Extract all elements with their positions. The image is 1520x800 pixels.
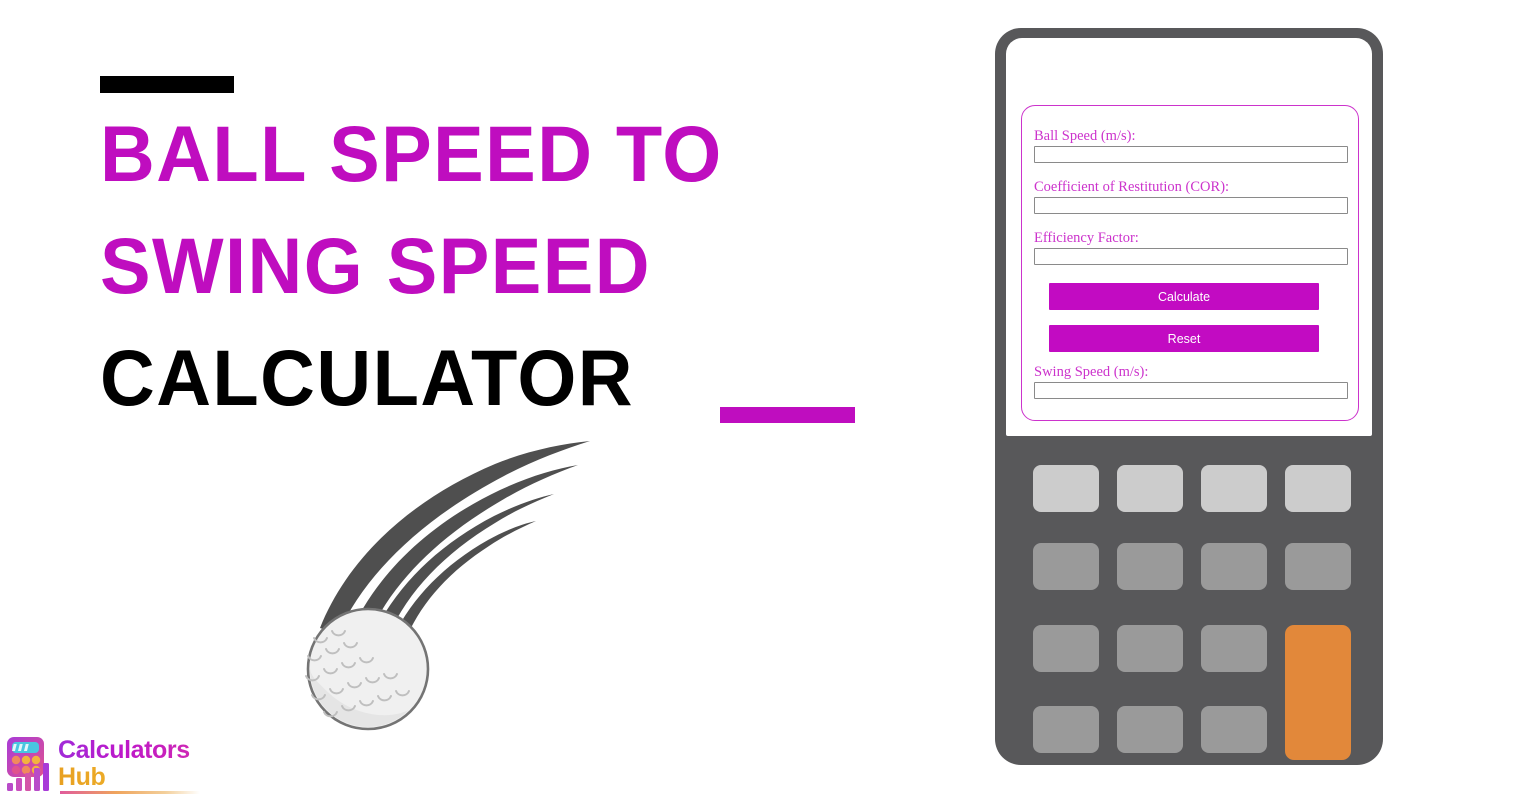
keypad-key[interactable] <box>1117 465 1183 512</box>
keypad-key[interactable] <box>1033 706 1099 753</box>
label-cor: Coefficient of Restitution (COR): <box>1034 179 1230 195</box>
hero-section: BALL SPEED TO SWING SPEED CALCULATOR Cal… <box>0 0 960 800</box>
label-ball-speed: Ball Speed (m/s): <box>1034 128 1136 144</box>
calculator-device: Ball Speed (m/s): Coefficient of Restitu… <box>995 28 1383 765</box>
keypad-key[interactable] <box>1033 625 1099 672</box>
keypad-key[interactable] <box>1117 706 1183 753</box>
calculator-keypad <box>1006 447 1372 760</box>
golf-ball-illustration <box>290 438 620 750</box>
field-group-ball-speed: Ball Speed (m/s): <box>1034 128 1348 163</box>
keypad-key[interactable] <box>1285 465 1351 512</box>
title-line-2: SWING SPEED <box>100 221 652 310</box>
reset-button[interactable]: Reset <box>1049 325 1319 352</box>
field-group-efficiency: Efficiency Factor: <box>1034 230 1348 265</box>
logo-underline <box>60 791 200 794</box>
input-efficiency-factor[interactable] <box>1034 248 1348 265</box>
logo-word-calculators: Calculators <box>58 737 204 764</box>
field-group-swing-speed: Swing Speed (m/s): <box>1034 364 1348 399</box>
keypad-key[interactable] <box>1117 625 1183 672</box>
calculator-bar-chart-icon <box>4 735 56 793</box>
title-line-1: BALL SPEED TO <box>100 109 723 198</box>
input-cor[interactable] <box>1034 197 1348 214</box>
calculator-screen: Ball Speed (m/s): Coefficient of Restitu… <box>1006 38 1372 436</box>
keypad-key[interactable] <box>1033 465 1099 512</box>
logo-word-hub: Hub <box>58 764 204 791</box>
accent-bar-bottom <box>720 407 855 423</box>
calculator-form-panel: Ball Speed (m/s): Coefficient of Restitu… <box>1021 105 1359 421</box>
calculate-button[interactable]: Calculate <box>1049 283 1319 310</box>
page-title: BALL SPEED TO SWING SPEED CALCULATOR <box>100 98 900 434</box>
label-swing-speed: Swing Speed (m/s): <box>1034 364 1149 380</box>
keypad-key[interactable] <box>1201 543 1267 590</box>
label-efficiency-factor: Efficiency Factor: <box>1034 230 1139 246</box>
keypad-key[interactable] <box>1201 465 1267 512</box>
keypad-key[interactable] <box>1285 543 1351 590</box>
keypad-key[interactable] <box>1117 543 1183 590</box>
brand-logo[interactable]: Calculators Hub <box>4 735 204 797</box>
keypad-key[interactable] <box>1201 706 1267 753</box>
keypad-key[interactable] <box>1033 543 1099 590</box>
golf-ball-icon <box>305 607 430 731</box>
keypad-key[interactable] <box>1201 625 1267 672</box>
brand-logo-text: Calculators Hub <box>58 737 204 791</box>
field-group-cor: Coefficient of Restitution (COR): <box>1034 179 1348 214</box>
input-swing-speed-result[interactable] <box>1034 382 1348 399</box>
input-ball-speed[interactable] <box>1034 146 1348 163</box>
accent-bar-top <box>100 76 234 93</box>
keypad-key-accent[interactable] <box>1285 625 1351 760</box>
